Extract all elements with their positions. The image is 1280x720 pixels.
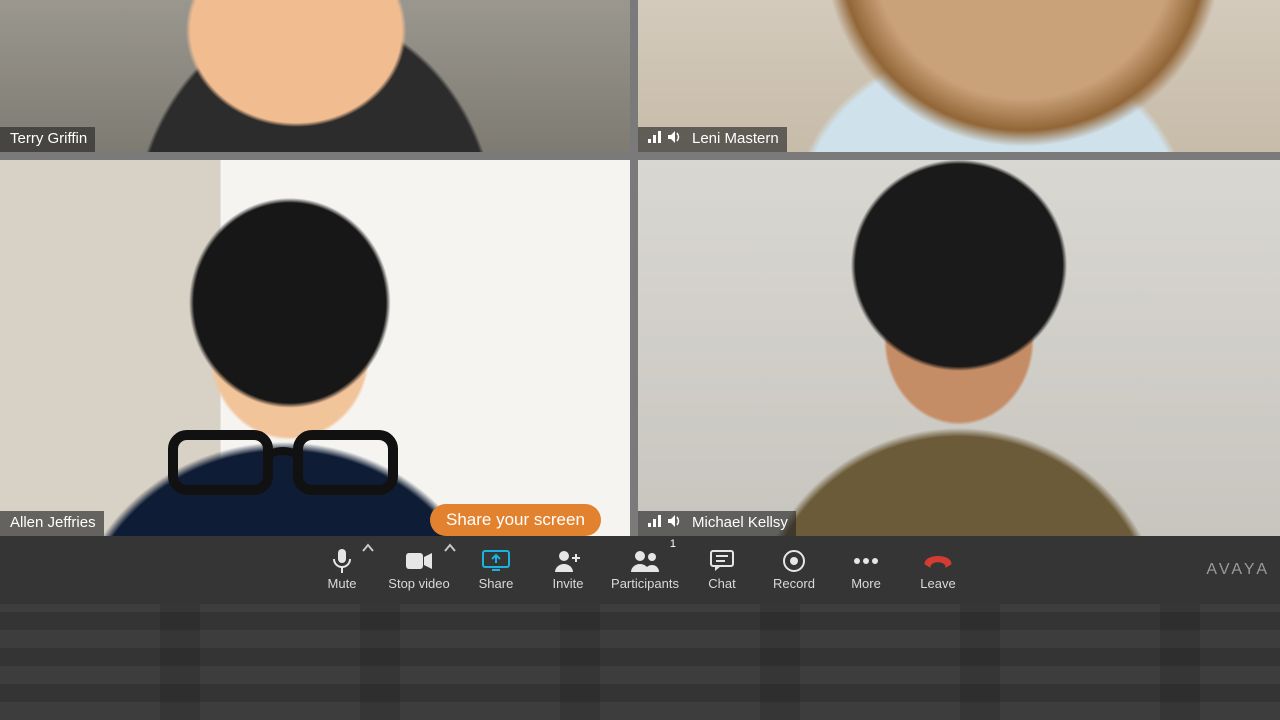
more-icon (853, 549, 879, 573)
leave-button[interactable]: Leave (902, 540, 974, 600)
signal-icon (648, 130, 662, 148)
toolbar-label: Share (479, 576, 514, 591)
invite-button[interactable]: Invite (532, 540, 604, 600)
toolbar-label: Chat (708, 576, 735, 591)
participants-badge: 1 (670, 538, 676, 550)
call-toolbar: Mute Stop video Share Invite 1 Participa… (0, 536, 1280, 604)
toolbar-label: Mute (328, 576, 357, 591)
toolbar-label: Leave (920, 576, 955, 591)
participant-label: Terry Griffin (0, 127, 95, 152)
participant-tile-terry[interactable]: Terry Griffin (0, 0, 630, 152)
participant-label: Leni Mastern (638, 127, 787, 152)
share-screen-icon (482, 549, 510, 573)
chevron-up-icon[interactable] (444, 541, 456, 556)
participant-name: Allen Jeffries (10, 514, 96, 532)
add-person-icon (555, 549, 581, 573)
participant-tile-leni[interactable]: Leni Mastern (638, 0, 1280, 152)
microphone-icon (332, 549, 352, 573)
speaker-icon (668, 514, 682, 532)
record-button[interactable]: Record (758, 540, 830, 600)
chat-button[interactable]: Chat (686, 540, 758, 600)
toolbar-label: Record (773, 576, 815, 591)
speaker-icon (668, 130, 682, 148)
signal-icon (648, 514, 662, 532)
participant-name: Michael Kellsy (692, 514, 788, 532)
participant-tile-michael[interactable]: Michael Kellsy (638, 160, 1280, 536)
toolbar-label: Stop video (388, 576, 449, 591)
participant-label: Allen Jeffries (0, 511, 104, 536)
brand-logo: AVAYA (1206, 561, 1270, 579)
share-tooltip: Share your screen (430, 504, 601, 536)
participant-tile-allen[interactable]: Allen Jeffries (0, 160, 630, 536)
participant-name: Leni Mastern (692, 130, 779, 148)
stop-video-button[interactable]: Stop video (378, 540, 460, 600)
background-pattern (0, 604, 1280, 720)
hangup-icon (922, 549, 954, 573)
participant-label: Michael Kellsy (638, 511, 796, 536)
participant-name: Terry Griffin (10, 130, 87, 148)
camera-icon (406, 549, 432, 573)
chevron-up-icon[interactable] (362, 541, 374, 556)
more-button[interactable]: More (830, 540, 902, 600)
chat-icon (710, 549, 734, 573)
participants-button[interactable]: 1 Participants (604, 540, 686, 600)
participants-icon (630, 549, 660, 573)
toolbar-label: Invite (552, 576, 583, 591)
participant-video (638, 160, 1280, 536)
record-icon (782, 549, 806, 573)
toolbar-label: Participants (611, 576, 679, 591)
tooltip-text: Share your screen (430, 504, 601, 536)
participant-video (0, 160, 630, 536)
share-button[interactable]: Share (460, 540, 532, 600)
video-grid: Terry Griffin Leni Mastern (0, 0, 1280, 536)
toolbar-label: More (851, 576, 881, 591)
mute-button[interactable]: Mute (306, 540, 378, 600)
